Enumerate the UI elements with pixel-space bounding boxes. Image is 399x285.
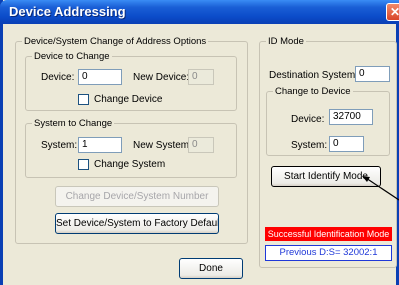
factory-default-button[interactable]: Set Device/System to Factory Default <box>55 213 219 234</box>
id-mode-legend: ID Mode <box>268 36 304 47</box>
close-icon[interactable]: ✕ <box>386 3 399 21</box>
change-system-label: Change System <box>94 159 166 170</box>
new-device-input[interactable]: 0 <box>188 69 214 85</box>
new-system-label: New System: <box>133 140 192 151</box>
change-options-legend: Device/System Change of Address Options <box>24 36 207 47</box>
new-system-input[interactable]: 0 <box>188 137 214 153</box>
device-input[interactable]: 0 <box>78 69 122 85</box>
start-identify-mode-button[interactable]: Start Identify Mode <box>271 166 381 187</box>
window-title: Device Addressing <box>9 4 126 19</box>
destination-system-input[interactable]: 0 <box>355 66 390 82</box>
change-device-label: Change Device <box>94 94 163 105</box>
device-label: Device: <box>41 72 75 83</box>
system-to-change-legend: System to Change <box>34 118 113 129</box>
done-button[interactable]: Done <box>179 258 243 279</box>
change-system-checkbox[interactable] <box>78 159 89 170</box>
identification-status-badge: Successful Identification Mode <box>265 227 392 241</box>
change-device-checkbox[interactable] <box>78 94 89 105</box>
id-system-label: System: <box>291 140 328 151</box>
system-input[interactable]: 1 <box>78 137 122 153</box>
change-to-device-legend: Change to Device <box>275 86 351 97</box>
id-device-input[interactable]: 32700 <box>329 109 373 125</box>
system-label: System: <box>41 140 78 151</box>
change-device-system-number-button[interactable]: Change Device/System Number <box>55 186 219 207</box>
title-bar[interactable]: Device Addressing ✕ <box>0 0 399 24</box>
destination-system-label: Destination System: <box>269 70 358 81</box>
id-device-label: Device: <box>291 114 325 125</box>
previous-device-system-label: Previous D:S= 32002:1 <box>265 245 392 261</box>
device-addressing-dialog: Device Addressing ✕ Device/System Change… <box>0 0 399 285</box>
device-to-change-legend: Device to Change <box>34 51 110 62</box>
id-system-input[interactable]: 0 <box>329 136 364 152</box>
new-device-label: New Device: <box>133 72 190 83</box>
